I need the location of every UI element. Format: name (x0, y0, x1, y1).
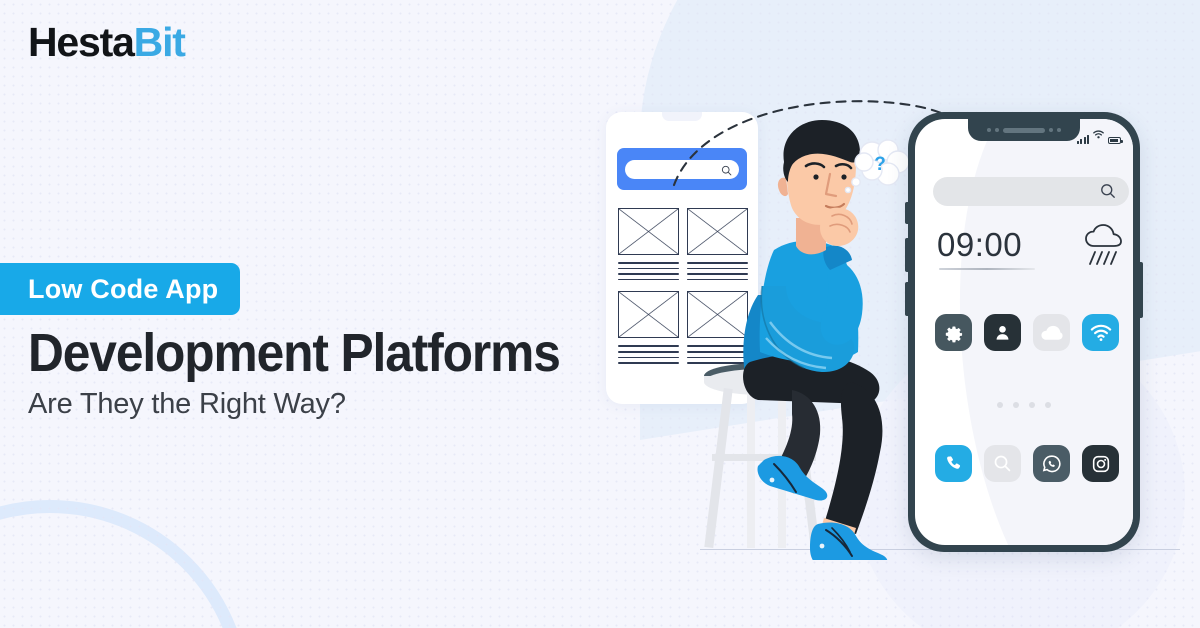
phone-volume-down-button[interactable] (905, 282, 908, 316)
whatsapp-icon (1042, 454, 1061, 472)
phone-power-button[interactable] (1140, 262, 1143, 318)
phone-volume-up-button[interactable] (905, 238, 908, 272)
cloud-icon (1040, 325, 1063, 340)
clock-display: 09:00 (937, 228, 1036, 270)
category-badge: Low Code App (0, 263, 241, 315)
notch-dot-icon (1057, 128, 1061, 132)
search-icon (1100, 183, 1116, 204)
phone-search-field[interactable] (933, 177, 1129, 206)
phone-dock (935, 445, 1119, 482)
logo-text-primary: Hesta (28, 19, 135, 65)
notch-dot-icon (995, 128, 999, 132)
text-lines (618, 345, 679, 364)
phone-notch (968, 119, 1080, 141)
background-ring-shape (0, 500, 250, 628)
phone-status-bar (1077, 126, 1123, 144)
phone-screen: 09:00 (915, 119, 1133, 545)
rain-cloud-icon (1081, 224, 1127, 273)
instagram-app-icon[interactable] (1082, 445, 1119, 482)
instagram-icon (1092, 455, 1109, 472)
phone-silent-switch[interactable] (905, 202, 908, 224)
notch-dot-icon (1049, 128, 1053, 132)
person-icon (996, 326, 1009, 340)
notch-speaker-icon (1003, 127, 1045, 133)
phone-app-icon[interactable] (935, 445, 972, 482)
wireframe-item (618, 291, 679, 367)
battery-icon (1108, 137, 1123, 144)
thought-bubble: ? (844, 139, 910, 194)
image-placeholder-icon (618, 291, 679, 339)
search-icon (994, 455, 1011, 472)
page-title: Development Platforms (28, 323, 561, 383)
page-dot[interactable] (1045, 402, 1051, 408)
gear-icon (945, 326, 963, 343)
cloud-app-icon[interactable] (1033, 314, 1070, 351)
hero-banner: HestaBit Low Code App Development Platfo… (0, 0, 1200, 628)
wifi-icon (1090, 324, 1111, 341)
whatsapp-app-icon[interactable] (1033, 445, 1070, 482)
page-subtitle: Are They the Right Way? (28, 388, 346, 420)
notch-dot-icon (987, 128, 991, 132)
phone-icon (947, 456, 961, 469)
shoe (757, 455, 828, 501)
wifi-app-icon[interactable] (1082, 314, 1119, 351)
signal-bars-icon (1077, 135, 1089, 144)
wifi-icon (1093, 126, 1104, 144)
settings-app-icon[interactable] (935, 314, 972, 351)
category-badge-label: Low Code App (28, 273, 219, 304)
page-indicator-dots (915, 402, 1133, 408)
thought-bubble-glyph: ? (874, 154, 886, 175)
phone-mockup: 09:00 (905, 112, 1143, 552)
page-dot[interactable] (997, 402, 1003, 408)
logo-text-accent: Bit (133, 19, 186, 65)
search-app-icon[interactable] (984, 445, 1021, 482)
page-dot[interactable] (1013, 402, 1019, 408)
app-icon-row (935, 314, 1119, 351)
shoe (810, 522, 888, 560)
clock-weather-row: 09:00 (937, 224, 1127, 273)
brand-logo[interactable]: HestaBit (28, 19, 186, 65)
contacts-app-icon[interactable] (984, 314, 1021, 351)
page-dot[interactable] (1029, 402, 1035, 408)
